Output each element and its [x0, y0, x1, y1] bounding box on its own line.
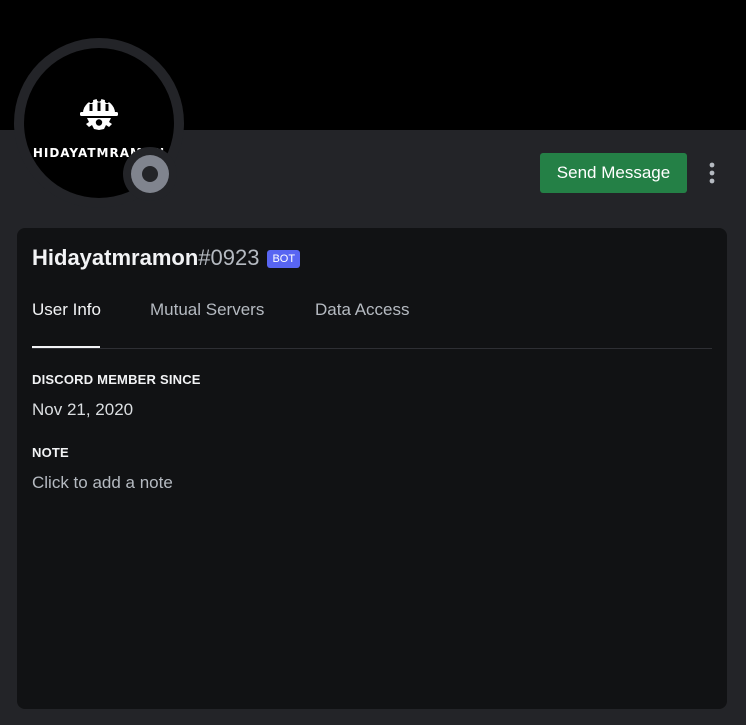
note-input[interactable]: Click to add a note [32, 473, 173, 493]
username: Hidayatmramon [32, 245, 199, 270]
hardhat-gear-icon [80, 97, 118, 130]
bot-tag: BOT [267, 250, 301, 268]
discriminator: #0923 [198, 245, 260, 270]
tab-mutual-servers[interactable]: Mutual Servers [150, 300, 264, 320]
member-since-date: Nov 21, 2020 [32, 400, 134, 419]
status-dot-hole [142, 166, 158, 182]
tab-data-access[interactable]: Data Access [315, 300, 410, 320]
member-since-heading: DISCORD MEMBER SINCE [32, 372, 201, 387]
active-tab-indicator [32, 346, 100, 348]
user-profile-modal: HIDAYATMRAMON Send Message Hidayatmramon… [0, 0, 746, 725]
tab-user-info[interactable]: User Info [32, 300, 101, 320]
vertical-ellipsis-icon[interactable] [700, 158, 724, 188]
note-heading: NOTE [32, 445, 69, 460]
name-row: Hidayatmramon #0923 BOT [32, 242, 301, 274]
profile-card: Hidayatmramon #0923 BOT User Info Mutual… [17, 228, 727, 709]
profile-tabs: User Info Mutual Servers Data Access [32, 296, 712, 349]
send-message-button[interactable]: Send Message [540, 153, 687, 193]
